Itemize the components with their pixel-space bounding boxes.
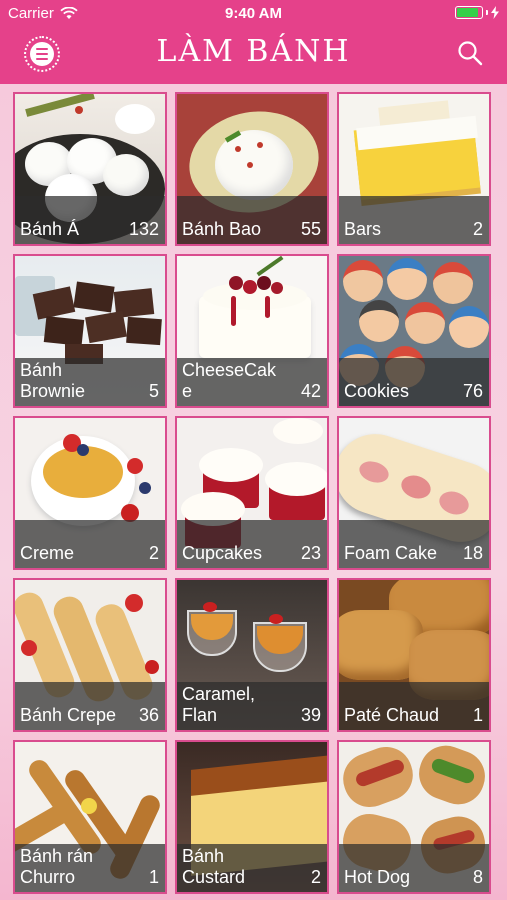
category-tile[interactable]: Cookies 76 (337, 254, 491, 408)
category-count: 23 (300, 543, 321, 563)
category-name: Foam Cake (344, 543, 438, 563)
category-caption: Bánh Bao 55 (177, 196, 327, 244)
nav-bar: LÀM BÁNH (0, 28, 507, 84)
category-count: 1 (148, 867, 159, 887)
category-tile[interactable]: Foam Cake 18 (337, 416, 491, 570)
category-name: Hot Dog (344, 867, 411, 887)
category-name: Bánh Bao (182, 219, 262, 239)
category-tile[interactable]: Bánh Crepe 36 (13, 578, 167, 732)
category-count: 1 (472, 705, 483, 725)
category-caption: Bánh Crepe 36 (15, 682, 165, 730)
category-name: Bánh rán Churro (20, 846, 94, 887)
category-tile[interactable]: Bars 2 (337, 92, 491, 246)
category-name: Paté Chaud (344, 705, 440, 725)
category-name: Bánh Á (20, 219, 80, 239)
category-count: 2 (148, 543, 159, 563)
category-list: Bánh Á 132 Bánh Bao 55 Bars 2 Bánh Brownie 5… (0, 84, 507, 900)
category-tile[interactable]: Bánh Brownie 5 (13, 254, 167, 408)
category-caption: Bars 2 (339, 196, 489, 244)
category-name: Bánh Crepe (20, 705, 117, 725)
charging-bolt-icon (491, 6, 499, 19)
clock: 9:40 AM (225, 5, 282, 22)
category-tile[interactable]: Cupcakes 23 (175, 416, 329, 570)
category-count: 8 (472, 867, 483, 887)
category-name: Cupcakes (182, 543, 263, 563)
category-tile[interactable]: Caramel, Flan 39 (175, 578, 329, 732)
category-caption: Foam Cake 18 (339, 520, 489, 568)
category-name: Bánh Custard (182, 846, 246, 887)
category-tile[interactable]: Bánh Custard 2 (175, 740, 329, 894)
category-count: 2 (472, 219, 483, 239)
category-caption: Caramel, Flan 39 (177, 682, 327, 730)
category-caption: Paté Chaud 1 (339, 682, 489, 730)
category-name: Caramel, Flan (182, 684, 256, 725)
search-icon[interactable] (457, 40, 483, 66)
category-tile[interactable]: Hot Dog 8 (337, 740, 491, 894)
category-caption: Bánh rán Churro 1 (15, 844, 165, 892)
category-count: 18 (462, 543, 483, 563)
category-caption: Cookies 76 (339, 358, 489, 406)
category-caption: Hot Dog 8 (339, 844, 489, 892)
app-logo: LÀM BÁNH (156, 34, 351, 69)
category-count: 76 (462, 381, 483, 401)
category-caption: Bánh Brownie 5 (15, 358, 165, 406)
category-count: 36 (138, 705, 159, 725)
category-count: 132 (128, 219, 159, 239)
category-caption: Bánh Custard 2 (177, 844, 327, 892)
battery-indicator (455, 6, 499, 19)
category-tile[interactable]: Paté Chaud 1 (337, 578, 491, 732)
status-bar: Carrier 9:40 AM (0, 0, 507, 28)
category-tile[interactable]: Bánh Á 132 (13, 92, 167, 246)
category-caption: Cupcakes 23 (177, 520, 327, 568)
category-count: 2 (310, 867, 321, 887)
category-caption: CheeseCak e 42 (177, 358, 327, 406)
category-grid: Bánh Á 132 Bánh Bao 55 Bars 2 Bánh Brownie 5… (13, 92, 495, 894)
category-count: 5 (148, 381, 159, 401)
category-count: 42 (300, 381, 321, 401)
category-tile[interactable]: Bánh Bao 55 (175, 92, 329, 246)
category-name: Bánh Brownie (20, 360, 86, 401)
category-name: Creme (20, 543, 75, 563)
battery-icon (455, 6, 483, 19)
category-caption: Bánh Á 132 (15, 196, 165, 244)
category-caption: Creme 2 (15, 520, 165, 568)
category-tile[interactable]: CheeseCak e 42 (175, 254, 329, 408)
category-count: 55 (300, 219, 321, 239)
category-name: Bars (344, 219, 382, 239)
category-name: Cookies (344, 381, 410, 401)
category-tile[interactable]: Creme 2 (13, 416, 167, 570)
category-count: 39 (300, 705, 321, 725)
category-tile[interactable]: Bánh rán Churro 1 (13, 740, 167, 894)
category-name: CheeseCak e (182, 360, 277, 401)
